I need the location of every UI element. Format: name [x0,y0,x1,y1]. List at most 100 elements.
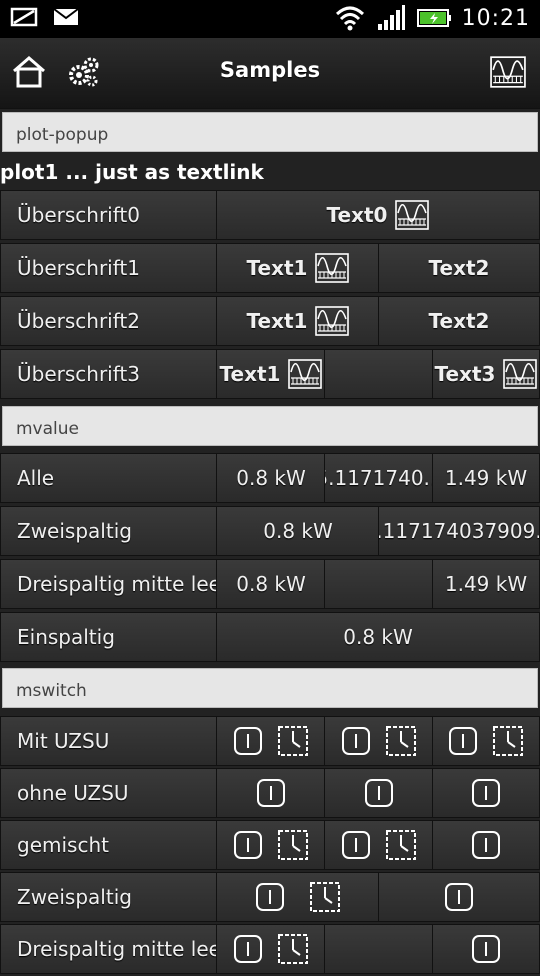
plot-cell[interactable]: Text1 [216,296,380,346]
table-row: Einspaltig 0.8 kW [0,612,540,664]
row-label: Zweispaltig [0,872,218,922]
plot-button[interactable] [488,52,528,92]
table-row: ohne UZSU [0,768,540,820]
table-row: Überschrift3 Text1 Text3 [0,349,540,401]
page-title: Samples [219,58,321,82]
plot-icon [395,200,429,230]
row-label: Einspaltig [0,612,218,662]
switch-icon[interactable] [444,882,474,912]
row-label: gemischt [0,820,218,870]
value-cell: 5.1171740... [324,453,434,503]
clock-icon[interactable] [385,725,417,757]
switch-cell [432,768,540,818]
empty-cell [324,349,434,399]
value-cell: 5.117174037909... [378,506,540,556]
table-row: Überschrift2 Text1 Text2 [0,296,540,348]
switch-icon[interactable] [364,778,394,808]
plot-icon [288,359,322,389]
table-row: Dreispaltig mitte leer [0,924,540,976]
row-label: Alle [0,453,218,503]
switch-icon[interactable] [471,778,501,808]
plot-cell[interactable]: Text3 [432,349,540,399]
table-row: Überschrift0 Text0 [0,190,540,242]
switch-icon[interactable] [255,882,285,912]
plot-icon [503,359,537,389]
plot-text: Text3 [434,362,496,386]
table-row: Überschrift1 Text1 Text2 [0,243,540,295]
switch-cell [216,768,326,818]
switch-icon[interactable] [341,830,371,860]
clock-icon[interactable] [277,829,309,861]
plot-cell[interactable]: Text1 [216,349,326,399]
text-cell[interactable]: Text2 [378,243,540,293]
switch-cell [432,924,540,974]
plot-text: Text1 [219,362,281,386]
switch-cell [216,820,326,870]
switch-icon[interactable] [256,778,286,808]
battery-icon [416,9,451,27]
value-cell: 0.8 kW [216,612,540,662]
empty-cell [324,559,434,609]
switch-icon[interactable] [448,726,478,756]
plot-cell[interactable]: Text0 [216,190,540,240]
switch-cell [324,768,434,818]
switch-cell [216,872,380,922]
table-row: Zweispaltig 0.8 kW 5.117174037909... [0,506,540,558]
table-row: Dreispaltig mitte leer 0.8 kW 1.49 kW [0,559,540,611]
value-cell: 0.8 kW [216,506,380,556]
status-time: 10:21 [461,5,530,31]
plot-cell[interactable]: Text1 [216,243,380,293]
value-cell: 1.49 kW [432,453,540,503]
section-divider-mvalue: mvalue [2,406,538,446]
clock-icon[interactable] [385,829,417,861]
clock-icon[interactable] [277,933,309,965]
switch-icon[interactable] [471,830,501,860]
value-cell: 1.49 kW [432,559,540,609]
row-label: ohne UZSU [0,768,218,818]
empty-cell [324,924,434,974]
status-bar: 10:21 [0,0,540,38]
row-label: Mit UZSU [0,716,218,766]
switch-cell [378,872,540,922]
switch-cell [324,820,434,870]
switch-icon[interactable] [341,726,371,756]
switch-icon[interactable] [233,830,263,860]
mail-icon [53,8,79,25]
plot-icon [315,253,349,283]
plot-text: Text1 [246,256,308,280]
wifi-icon [335,6,364,31]
plot-text: Text0 [326,203,388,227]
value-cell: 0.8 kW [216,453,326,503]
row-label: Überschrift2 [0,296,218,346]
plot-textlink[interactable]: plot1 ... just as textlink [0,160,264,184]
clock-icon[interactable] [309,881,341,913]
row-label: Überschrift0 [0,190,218,240]
value-cell: 0.8 kW [216,559,326,609]
clock-icon[interactable] [277,725,309,757]
plot-text: Text1 [246,309,308,333]
app-header: Samples [0,38,540,109]
signal-icon [377,5,405,30]
row-label: Dreispaltig mitte leer [0,924,218,974]
table-row: Zweispaltig [0,872,540,924]
table-row: gemischt [0,820,540,872]
row-label: Zweispaltig [0,506,218,556]
row-label: Dreispaltig mitte leer [0,559,218,609]
row-label: Überschrift1 [0,243,218,293]
switch-cell [216,716,326,766]
table-row: Alle 0.8 kW 5.1171740... 1.49 kW [0,453,540,505]
table-row: Mit UZSU [0,716,540,768]
text-cell[interactable]: Text2 [378,296,540,346]
plot-icon [315,306,349,336]
switch-cell [432,820,540,870]
switch-icon[interactable] [233,726,263,756]
switch-cell [432,716,540,766]
row-label: Überschrift3 [0,349,218,399]
section-divider-mswitch: mswitch [2,668,538,708]
sim-icon [10,7,38,27]
switch-cell [216,924,326,974]
plot-icon [490,56,526,88]
clock-icon[interactable] [492,725,524,757]
switch-cell [324,716,434,766]
section-divider-plot-popup: plot-popup [2,112,538,152]
